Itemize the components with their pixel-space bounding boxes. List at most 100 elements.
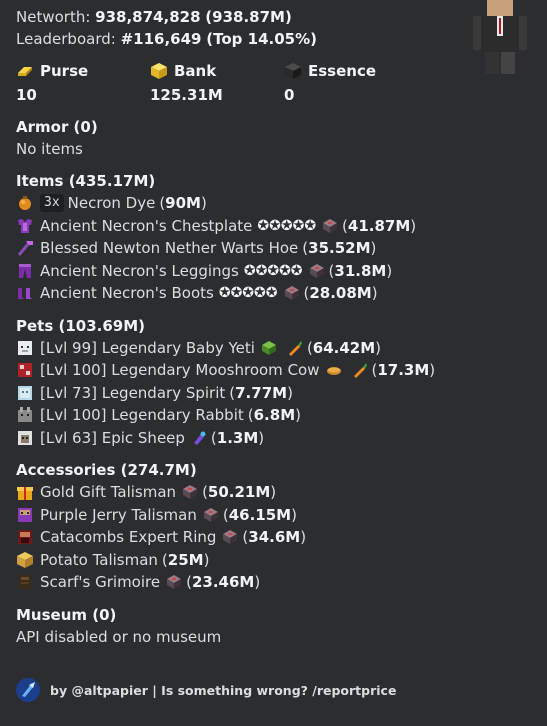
stars: ✪✪✪✪✪ — [243, 262, 303, 279]
list-item: [Lvl 99] Legendary Baby Yeti (64.42M) — [16, 337, 531, 360]
essence-icon — [285, 63, 301, 79]
accessory-name: Potato Talisman — [40, 550, 158, 569]
yeti-icon — [18, 340, 32, 355]
pet-price: 64.42M — [312, 338, 376, 357]
recombobulator-icon — [203, 507, 218, 522]
recombobulator-icon — [323, 218, 338, 233]
purple-jerry-icon — [18, 507, 32, 522]
stars: ✪✪✪✪✪ — [257, 217, 317, 234]
item-price: 28.08M — [309, 284, 372, 302]
leaderboard-rank: #116,649 — [120, 30, 202, 48]
gold-block-icon — [151, 63, 167, 79]
museum-text: API disabled or no museum — [16, 627, 222, 646]
pet-name: [Lvl 73] Legendary Spirit — [40, 383, 226, 402]
networth-embed: Networth: 938,874,828 (938.87M) Leaderbo… — [0, 0, 547, 726]
pet-name: [Lvl 63] Epic Sheep — [40, 428, 185, 447]
stat-essence-value: 0 — [284, 86, 295, 104]
networth-label: Networth: — [16, 8, 91, 26]
author-avatar[interactable] — [16, 678, 40, 702]
items-title: Items (435.17M) — [16, 172, 156, 190]
accessory-price: 50.21M — [207, 483, 271, 501]
armor-empty-text: No items — [16, 140, 83, 158]
accessory-name: Gold Gift Talisman — [40, 483, 177, 501]
list-item: Catacombs Expert Ring (34.6M) — [16, 526, 531, 549]
boots-icon — [18, 288, 32, 300]
recombobulator-icon — [309, 263, 324, 278]
accessories-list: Gold Gift Talisman (50.21M) Purple Jerry… — [16, 481, 531, 594]
armor-title: Armor (0) — [16, 118, 98, 136]
spirit-icon — [18, 385, 32, 400]
item-price: 90M — [165, 194, 201, 212]
stat-bank: Bank 125.31M — [150, 60, 284, 106]
list-item: Ancient Necron's Boots ✪✪✪✪✪ (28.08M) — [16, 282, 531, 305]
list-item: Purple Jerry Talisman (46.15M) — [16, 504, 531, 527]
accessory-price: 23.46M — [191, 573, 255, 591]
footer-text: by @altpapier | Is something wrong? /rep… — [50, 682, 397, 698]
pet-name: [Lvl 99] Legendary Baby Yeti — [40, 338, 255, 357]
chestplate-icon — [18, 218, 32, 233]
recombobulator-icon — [167, 575, 182, 590]
sheep-icon — [18, 430, 32, 445]
author-avatar-icon — [16, 678, 40, 702]
carrot-icon — [353, 363, 367, 379]
list-item: Potato Talisman (25M) — [16, 549, 531, 572]
recombobulator-icon — [223, 530, 238, 545]
pet-price: 17.3M — [377, 361, 430, 379]
item-name: Ancient Necron's Boots — [40, 284, 214, 302]
bread-icon — [326, 367, 341, 376]
hoe-icon — [17, 241, 33, 257]
stat-purse-name: Purse — [40, 62, 89, 80]
accessory-price: 34.6M — [248, 528, 301, 546]
pet-price: 6.8M — [253, 406, 296, 424]
recombobulator-icon — [284, 286, 299, 301]
stars: ✪✪✪✪✪ — [218, 285, 278, 301]
leaderboard-top: (Top 14.05%) — [206, 30, 317, 48]
minos-relic-icon — [261, 340, 276, 355]
stat-bank-value: 125.31M — [150, 86, 223, 104]
dye-item-icon — [193, 431, 206, 445]
networth-short: (938.87M) — [205, 8, 292, 26]
dye-icon — [19, 196, 31, 211]
networth-line: Networth: 938,874,828 (938.87M) — [16, 6, 531, 28]
accessory-name: Catacombs Expert Ring — [40, 528, 217, 546]
item-name: Ancient Necron's Chestplate — [40, 216, 253, 235]
item-name: Necron Dye — [67, 194, 156, 212]
list-item: Ancient Necron's Chestplate ✪✪✪✪✪ (41.87… — [16, 215, 531, 238]
stat-essence: Essence 0 — [284, 60, 418, 106]
item-name: Blessed Newton Nether Warts Hoe — [40, 239, 299, 257]
grimoire-icon — [19, 575, 31, 590]
accessory-name: Purple Jerry Talisman — [40, 505, 197, 524]
stat-purse-value: 10 — [16, 86, 37, 104]
stats-row: Purse 10 Bank 125.31M Essence 0 — [16, 60, 531, 106]
rabbit-icon — [18, 407, 32, 423]
recombobulator-icon — [183, 485, 198, 500]
item-price: 41.87M — [347, 216, 411, 235]
embed-footer: by @altpapier | Is something wrong? /rep… — [16, 678, 396, 702]
carrot-icon — [288, 340, 302, 356]
list-item: [Lvl 100] Legendary Mooshroom Cow (17.3M… — [16, 359, 531, 382]
accessory-price: 46.15M — [228, 505, 292, 524]
item-name: Ancient Necron's Leggings — [40, 261, 239, 280]
gold-ingot-icon — [18, 67, 32, 76]
accessory-name: Scarf's Grimoire — [40, 573, 161, 591]
pets-title: Pets (103.69M) — [16, 316, 146, 335]
museum-title: Museum (0) — [16, 605, 117, 624]
stat-purse: Purse 10 — [16, 60, 150, 106]
list-item: [Lvl 73] Legendary Spirit (7.77M) — [16, 382, 531, 405]
leaderboard-line: Leaderboard: #116,649 (Top 14.05%) — [16, 28, 531, 50]
list-item: Ancient Necron's Leggings ✪✪✪✪✪ (31.8M) — [16, 260, 531, 283]
pet-price: 1.3M — [216, 428, 259, 447]
item-price: 35.52M — [308, 239, 371, 257]
list-item: 3x Necron Dye (90M) — [16, 192, 531, 215]
player-skin-thumbnail — [473, 0, 527, 74]
potato-icon — [17, 551, 33, 568]
items-list: 3x Necron Dye (90M) Ancient Necron's Che… — [16, 192, 531, 305]
list-item: Gold Gift Talisman (50.21M) — [16, 481, 531, 504]
mooshroom-icon — [18, 363, 32, 378]
pet-name: [Lvl 100] Legendary Mooshroom Cow — [40, 361, 320, 379]
ring-icon — [18, 530, 32, 545]
leggings-icon — [19, 263, 31, 278]
gift-icon — [17, 487, 33, 501]
leaderboard-label: Leaderboard: — [16, 30, 116, 48]
quantity-badge: 3x — [40, 194, 64, 213]
